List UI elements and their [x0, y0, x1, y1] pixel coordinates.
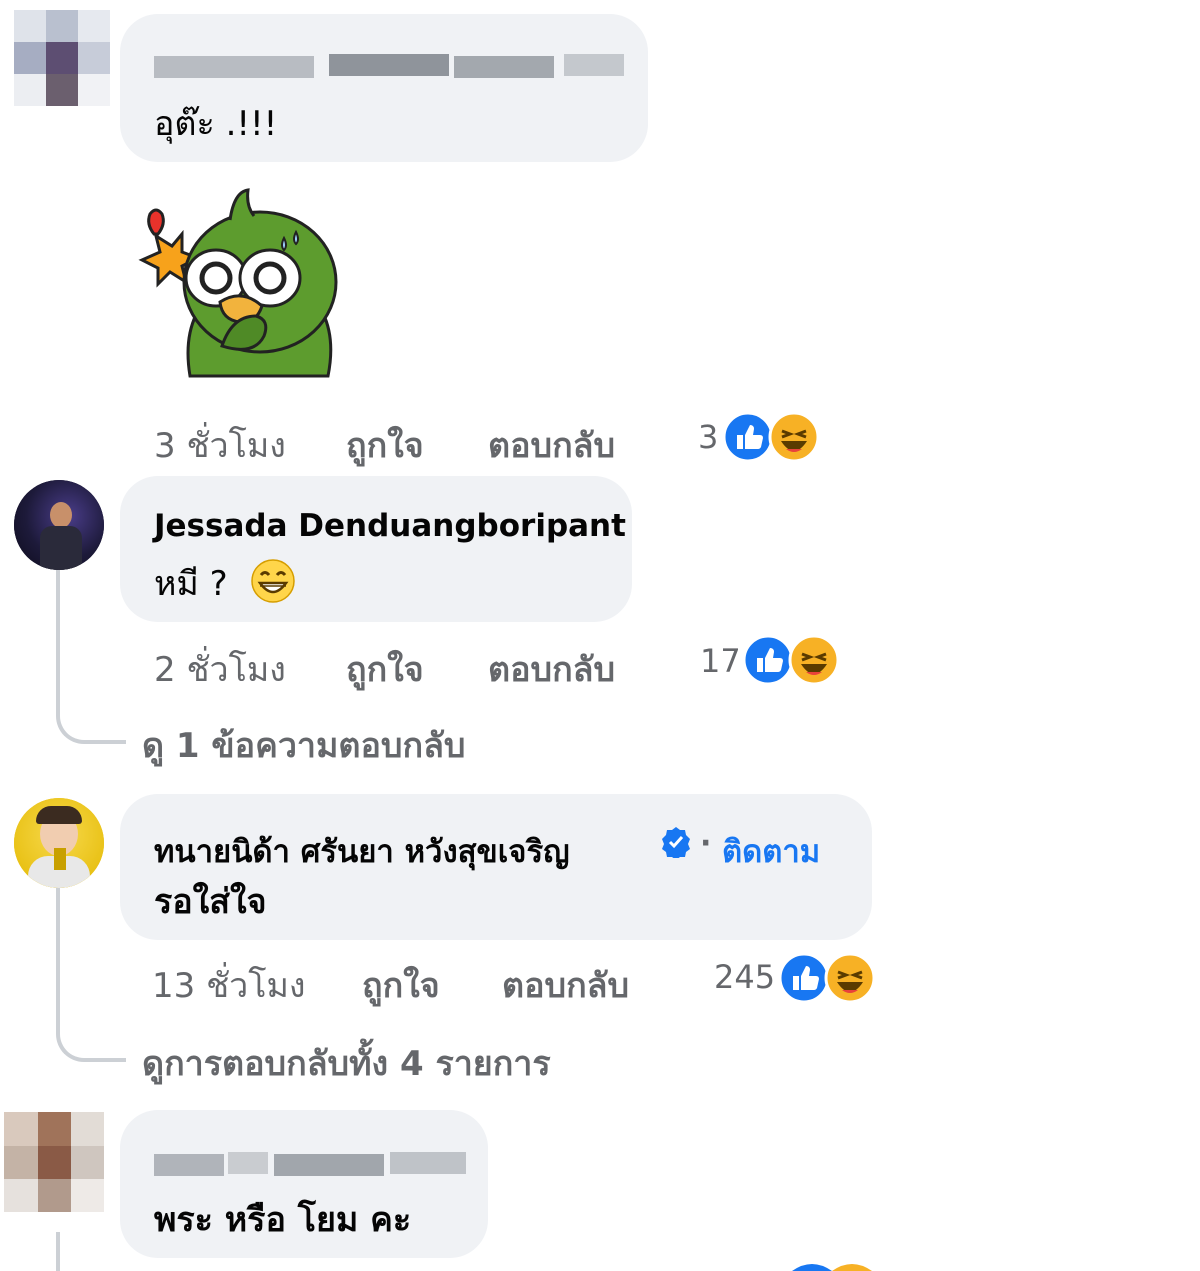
thread-connector — [56, 680, 126, 744]
reply-button[interactable]: ตอบกลับ — [488, 418, 615, 472]
author-name-blurred[interactable] — [154, 54, 624, 80]
parrot-sticker — [138, 188, 338, 378]
comment-text-row: หมี ? — [154, 556, 228, 604]
like-button[interactable]: ถูกใจ — [362, 958, 440, 1012]
comment-text: หมี ? — [154, 564, 228, 604]
author-name[interactable]: ทนายนิด้า ศรันยา หวังสุขเจริญ — [154, 826, 570, 876]
comment-time[interactable]: 3 ชั่วโมง — [154, 418, 286, 472]
avatar[interactable] — [14, 798, 104, 888]
haha-reaction-icon — [832, 1264, 872, 1271]
reply-button[interactable]: ตอบกลับ — [488, 642, 615, 696]
view-replies-link[interactable]: ดูการตอบกลับทั้ง 4 รายการ — [142, 1036, 551, 1090]
like-reaction-icon — [792, 1264, 832, 1271]
grin-emoji-icon — [251, 559, 295, 603]
comment-text: รอใส่ใจ — [154, 882, 267, 922]
view-replies-link[interactable]: ดู 1 ข้อความตอบกลับ — [142, 718, 466, 772]
thread-connector — [56, 998, 126, 1062]
author-name[interactable]: Jessada Denduangboripant — [154, 508, 626, 544]
avatar[interactable] — [14, 480, 104, 570]
like-reaction-icon — [778, 952, 830, 1004]
reaction-count: 245 — [714, 958, 776, 996]
comment-text: พระ หรือ โยม คะ — [154, 1200, 412, 1240]
avatar[interactable] — [14, 10, 110, 106]
haha-reaction-icon — [824, 952, 876, 1004]
avatar[interactable] — [4, 1112, 104, 1212]
haha-reaction-icon — [768, 411, 820, 463]
comment-time[interactable]: 13 ชั่วโมง — [152, 958, 306, 1012]
thread-line — [56, 1232, 60, 1271]
follow-button[interactable]: ติดตาม — [722, 826, 820, 876]
comment-text: อุต๊ะ .!!! — [154, 104, 278, 144]
like-reaction-icon — [722, 411, 774, 463]
reply-button[interactable]: ตอบกลับ — [502, 958, 629, 1012]
reaction-count: 3 — [698, 418, 719, 456]
like-button[interactable]: ถูกใจ — [346, 418, 424, 472]
comment-time[interactable]: 2 ชั่วโมง — [154, 642, 286, 696]
author-name-blurred[interactable] — [154, 1152, 466, 1178]
like-reaction-icon — [742, 634, 794, 686]
like-button[interactable]: ถูกใจ — [346, 642, 424, 696]
reaction-count: 17 — [700, 642, 741, 680]
separator-dot: · — [700, 826, 712, 861]
verified-badge-icon — [662, 827, 690, 858]
haha-reaction-icon — [788, 634, 840, 686]
